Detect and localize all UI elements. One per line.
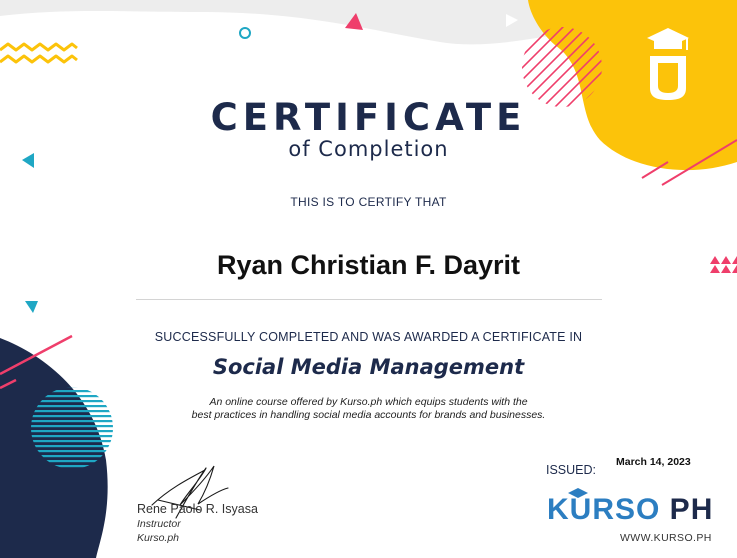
- course-description-line-1: An online course offered by Kurso.ph whi…: [209, 396, 528, 408]
- signatory-name: Rene Paolo R. Isyasa: [137, 502, 258, 516]
- brand-name-part-1: KURSO: [547, 493, 661, 526]
- brand-url: WWW.KURSO.PH: [620, 532, 712, 544]
- signatory-organization: Kurso.ph: [137, 532, 180, 544]
- graduation-cap-icon: [647, 28, 689, 100]
- course-description: An online course offered by Kurso.ph whi…: [0, 396, 737, 422]
- certify-text: THIS IS TO CERTIFY THAT: [290, 195, 447, 209]
- course-title: Social Media Management: [212, 355, 525, 379]
- brand-logo: KURSO PH: [547, 493, 713, 527]
- certificate-title: CERTIFICATE: [210, 96, 527, 139]
- recipient-divider: [136, 299, 602, 300]
- recipient-name: Ryan Christian F. Dayrit: [216, 250, 521, 280]
- issued-date: March 14, 2023: [616, 456, 691, 468]
- brand-name-part-2: PH: [660, 493, 714, 526]
- teal-ring-icon: [239, 27, 251, 39]
- course-description-line-2: best practices in handling social media …: [191, 409, 546, 421]
- certificate-subtitle: of Completion: [288, 137, 449, 161]
- signatory-role: Instructor: [137, 518, 181, 530]
- completion-text: SUCCESSFULLY COMPLETED AND WAS AWARDED A…: [154, 330, 583, 344]
- issued-label: ISSUED:: [546, 463, 597, 477]
- yellow-zigzag-icon: [0, 42, 78, 64]
- teal-triangle-left-2-icon: [25, 301, 38, 313]
